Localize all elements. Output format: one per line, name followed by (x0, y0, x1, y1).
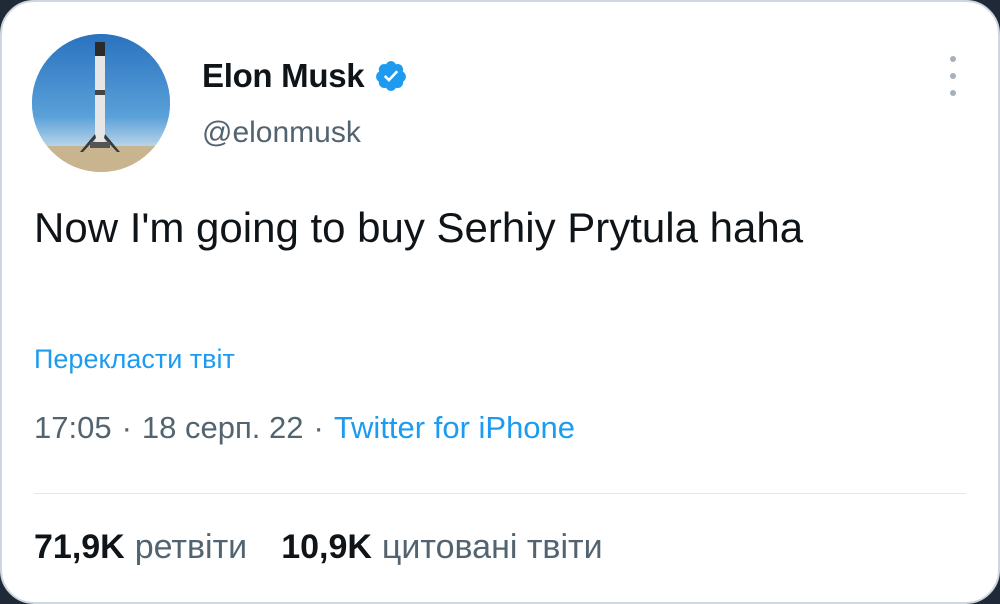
author-handle[interactable]: @elonmusk (202, 116, 361, 150)
quote-tweets-stat[interactable]: 10,9K цитовані твіти (281, 528, 602, 567)
author-name-row: Elon Musk (202, 57, 408, 95)
meta-separator: · (313, 410, 324, 445)
rocket-booster-image (32, 34, 170, 172)
tweet-date[interactable]: 18 серп. 22 (142, 410, 304, 446)
retweets-stat[interactable]: 71,9K ретвіти (34, 528, 247, 567)
author-display-name[interactable]: Elon Musk (202, 57, 365, 95)
quote-tweets-label: цитовані твіти (381, 528, 603, 566)
tweet-source-link[interactable]: Twitter for iPhone (334, 410, 575, 446)
tweet-card: Elon Musk @elonmusk Now I'm going to buy… (0, 0, 1000, 604)
tweet-stats: 71,9K ретвіти 10,9K цитовані твіти (34, 528, 603, 567)
tweet-time[interactable]: 17:05 (34, 410, 112, 446)
tweet-meta: 17:05 · 18 серп. 22 · Twitter for iPhone (34, 410, 575, 446)
avatar[interactable] (32, 34, 170, 172)
tweet-text: Now I'm going to buy Serhiy Prytula haha (34, 204, 804, 251)
retweets-label: ретвіти (134, 528, 248, 566)
translate-tweet-link[interactable]: Перекласти твіт (34, 344, 235, 375)
meta-separator: · (121, 410, 132, 445)
divider (34, 493, 966, 494)
quote-tweets-count: 10,9K (281, 528, 372, 566)
retweets-count: 71,9K (34, 528, 125, 566)
verified-badge-icon (374, 59, 408, 93)
more-options-icon[interactable] (946, 56, 960, 96)
